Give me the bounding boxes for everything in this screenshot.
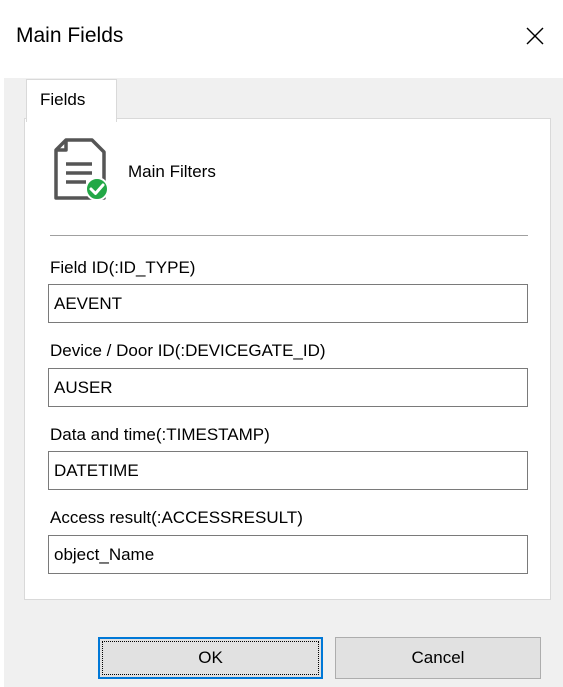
document-check-icon	[54, 138, 109, 201]
ok-button[interactable]: OK	[98, 637, 323, 679]
access-result-input[interactable]	[48, 535, 528, 574]
close-icon	[526, 27, 544, 45]
device-door-id-input[interactable]	[48, 368, 528, 407]
cancel-button[interactable]: Cancel	[335, 637, 541, 679]
access-result-label: Access result(:ACCESSRESULT)	[50, 508, 303, 527]
field-id-label: Field ID(:ID_TYPE)	[50, 258, 196, 277]
focus-rectangle	[102, 641, 319, 675]
cancel-button-label: Cancel	[411, 648, 465, 667]
panel-heading: Main Filters	[128, 162, 216, 181]
date-time-input[interactable]	[48, 451, 528, 490]
window-title: Main Fields	[16, 24, 124, 47]
tab-fields-label: Fields	[40, 90, 86, 109]
main-fields-dialog: Main Fields Fields Main Filters Field ID…	[0, 0, 563, 687]
device-door-id-label: Device / Door ID(:DEVICEGATE_ID)	[50, 341, 326, 360]
separator	[50, 235, 528, 236]
window-edge	[0, 0, 4, 687]
date-time-label: Data and time(:TIMESTAMP)	[50, 425, 270, 444]
field-id-input[interactable]	[48, 284, 528, 323]
tab-fields[interactable]: Fields	[26, 79, 117, 122]
title-bar[interactable]: Main Fields	[4, 0, 563, 78]
close-button[interactable]	[507, 10, 563, 62]
